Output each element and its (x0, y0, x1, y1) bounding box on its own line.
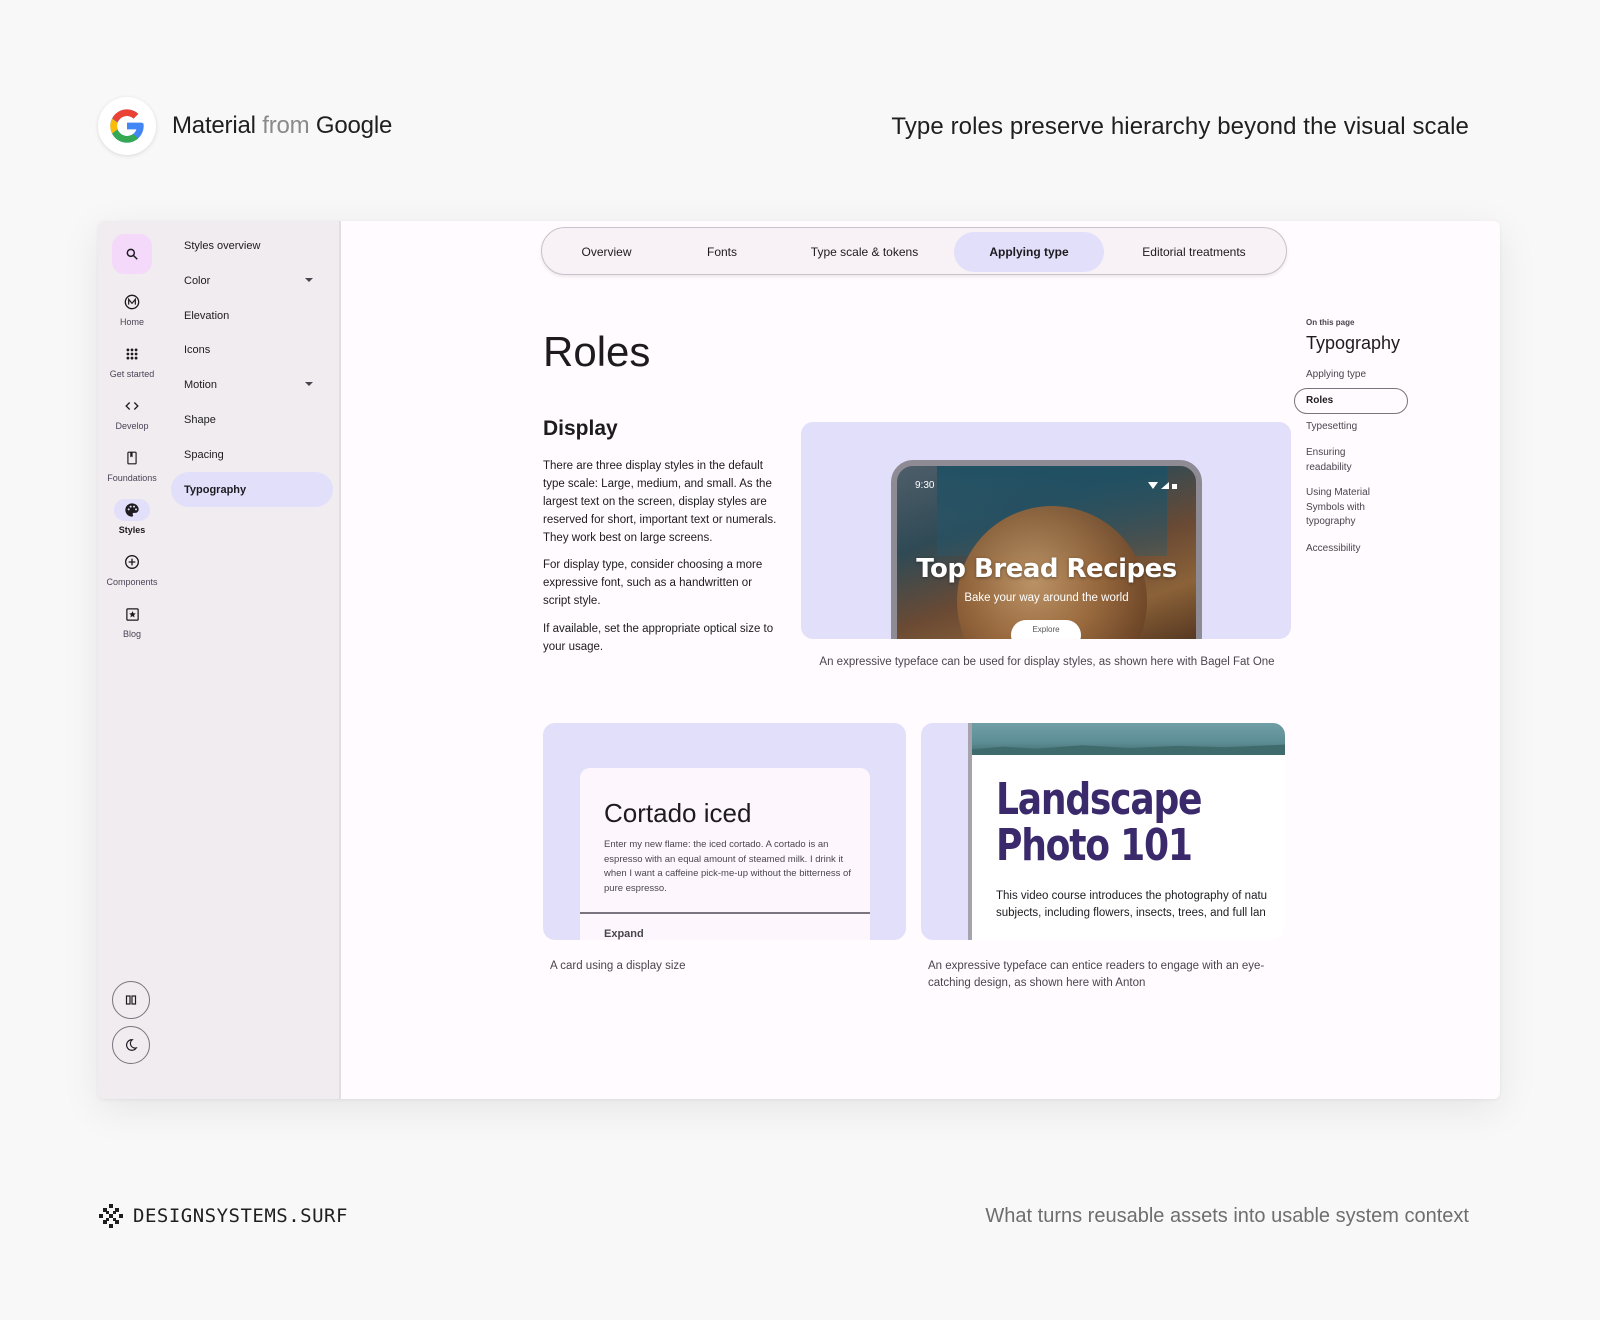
card-caption: A card using a display size (550, 960, 686, 972)
brand: Material from Google (98, 97, 392, 155)
sidenav-item-typography[interactable]: Typography (171, 472, 333, 507)
sidenav-item-label: Typography (184, 483, 247, 496)
book-icon (114, 447, 150, 469)
navigation-rail: Home Get started Develop Foundations Sty… (98, 221, 166, 1099)
pause-columns-icon (125, 995, 137, 1005)
rail-item-label: Foundations (107, 473, 157, 483)
sidenav-item-motion[interactable]: Motion (171, 367, 333, 402)
search-button[interactable] (112, 234, 152, 274)
card: Cortado iced Enter my new flame: the ice… (580, 768, 870, 940)
rail-item-label: Blog (122, 629, 141, 639)
footer-logo-text: DESIGNSYSTEMS.SURF (133, 1205, 348, 1227)
rail-item-styles[interactable]: Styles (98, 499, 166, 535)
brand-name: Material from Google (172, 112, 393, 139)
rail-item-home[interactable]: Home (98, 291, 166, 327)
hero-title: Top Bread Recipes (916, 554, 1177, 584)
code-icon (114, 395, 150, 417)
toc-item-roles[interactable]: Roles (1294, 388, 1408, 414)
palette-icon (114, 499, 150, 521)
pixel-flower-icon (99, 1204, 123, 1228)
article-body-line: This video course introduces the photogr… (996, 890, 1268, 902)
toc-item-accessibility[interactable]: Accessibility (1306, 542, 1416, 557)
sidenav-item-label: Styles overview (184, 239, 261, 252)
toc-item-ensuring-readability[interactable]: Ensuring readability (1306, 446, 1386, 475)
sidenav-item-label: Spacing (184, 448, 224, 461)
rail-item-develop[interactable]: Develop (98, 395, 166, 431)
rail-item-label: Get started (109, 369, 155, 379)
sidenav-item-shape[interactable]: Shape (171, 402, 333, 437)
body-paragraph: There are three display styles in the de… (543, 460, 777, 544)
landscape-photo-example: Landscape Photo 101 This video course in… (921, 723, 1285, 940)
article-page: Landscape Photo 101 This video course in… (968, 723, 1285, 940)
expand-button[interactable]: Expand (604, 928, 644, 940)
explore-button[interactable]: Explore (1011, 620, 1081, 639)
tab-applying-type[interactable]: Applying type (954, 232, 1104, 272)
body-paragraph: If available, set the appropriate optica… (543, 623, 774, 653)
sidenav-item-label: Color (184, 274, 211, 287)
toggle-layout-button[interactable] (112, 981, 150, 1019)
rail-item-label: Styles (118, 525, 146, 535)
cortado-card-example: Cortado iced Enter my new flame: the ice… (543, 723, 906, 940)
sidenav-item-label: Icons (184, 343, 211, 356)
sidenav-item-label: Motion (184, 378, 218, 391)
article-title-line: Landscape (996, 774, 1203, 825)
article-title-line: Photo 101 (996, 820, 1193, 871)
page-title: Roles (543, 328, 651, 375)
tab-editorial-treatments[interactable]: Editorial treatments (1114, 232, 1274, 272)
rail-item-label: Develop (115, 421, 149, 431)
designsystems-logo: DESIGNSYSTEMS.SURF (99, 1204, 348, 1228)
rail-item-components[interactable]: Components (98, 551, 166, 587)
article-body: This video course introduces the photogr… (996, 888, 1285, 922)
hero-caption: An expressive typeface can be used for d… (819, 656, 1275, 668)
article-title: Landscape Photo 101 (996, 774, 1203, 871)
card-body: Enter my new flame: the iced cortado. A … (604, 839, 851, 894)
dropdown-arrow-icon (305, 382, 313, 386)
sidenav-item-elevation[interactable]: Elevation (171, 298, 333, 333)
status-icons (1148, 482, 1177, 489)
toc-item-material-symbols[interactable]: Using Material Symbols with typography (1306, 486, 1381, 530)
star-box-icon (114, 603, 150, 625)
material-m-icon (114, 291, 150, 313)
tab-fonts[interactable]: Fonts (672, 232, 772, 272)
bread-recipes-example: 9:30 Top Bread Recipes Bake your way aro… (801, 422, 1291, 639)
toc-item-typesetting[interactable]: Typesetting (1306, 420, 1416, 435)
rail-item-get-started[interactable]: Get started (98, 343, 166, 379)
add-circle-icon (114, 551, 150, 573)
sidenav-item-label: Elevation (184, 309, 230, 322)
status-time: 9:30 (915, 480, 935, 491)
footer-tagline: What turns reusable assets into usable s… (985, 1205, 1469, 1227)
sidenav-item-styles-overview[interactable]: Styles overview (171, 228, 333, 263)
styles-side-nav: Styles overview Color Elevation Icons Mo… (166, 221, 341, 1099)
apps-grid-icon (114, 343, 150, 365)
on-this-page-label: On this page (1306, 318, 1355, 327)
phone-mockup: 9:30 Top Bread Recipes Bake your way aro… (891, 460, 1202, 639)
page-tagline: Type roles preserve hierarchy beyond the… (891, 113, 1469, 140)
sidenav-item-icons[interactable]: Icons (171, 332, 333, 367)
tab-overview[interactable]: Overview (554, 232, 659, 272)
moon-icon (126, 1039, 138, 1051)
on-this-page-title: Typography (1306, 333, 1401, 353)
app-window: Home Get started Develop Foundations Sty… (98, 221, 1500, 1099)
rail-item-foundations[interactable]: Foundations (98, 447, 166, 483)
card-title: Cortado iced (604, 798, 752, 828)
landscape-caption: An expressive typeface can entice reader… (928, 960, 1265, 989)
sidenav-item-spacing[interactable]: Spacing (171, 437, 333, 472)
tab-bar: Overview Fonts Type scale & tokens Apply… (541, 227, 1287, 275)
search-icon (126, 248, 138, 260)
body-paragraph: For display type, consider choosing a mo… (543, 559, 763, 607)
card-divider (580, 912, 870, 914)
rail-item-label: Home (119, 317, 144, 327)
tab-type-scale-tokens[interactable]: Type scale & tokens (787, 232, 942, 272)
toc-item-applying-type[interactable]: Applying type (1306, 368, 1416, 383)
dark-mode-button[interactable] (112, 1026, 150, 1064)
dropdown-arrow-icon (305, 278, 313, 282)
rail-item-blog[interactable]: Blog (98, 603, 166, 639)
hero-subtitle: Bake your way around the world (964, 592, 1129, 604)
section-heading: Display (543, 417, 618, 440)
sidenav-item-color[interactable]: Color (171, 263, 333, 298)
article-body-line: subjects, including flowers, insects, tr… (996, 907, 1266, 919)
sidenav-item-label: Shape (184, 413, 216, 426)
google-g-logo (98, 97, 156, 155)
rail-item-label: Components (106, 577, 158, 587)
